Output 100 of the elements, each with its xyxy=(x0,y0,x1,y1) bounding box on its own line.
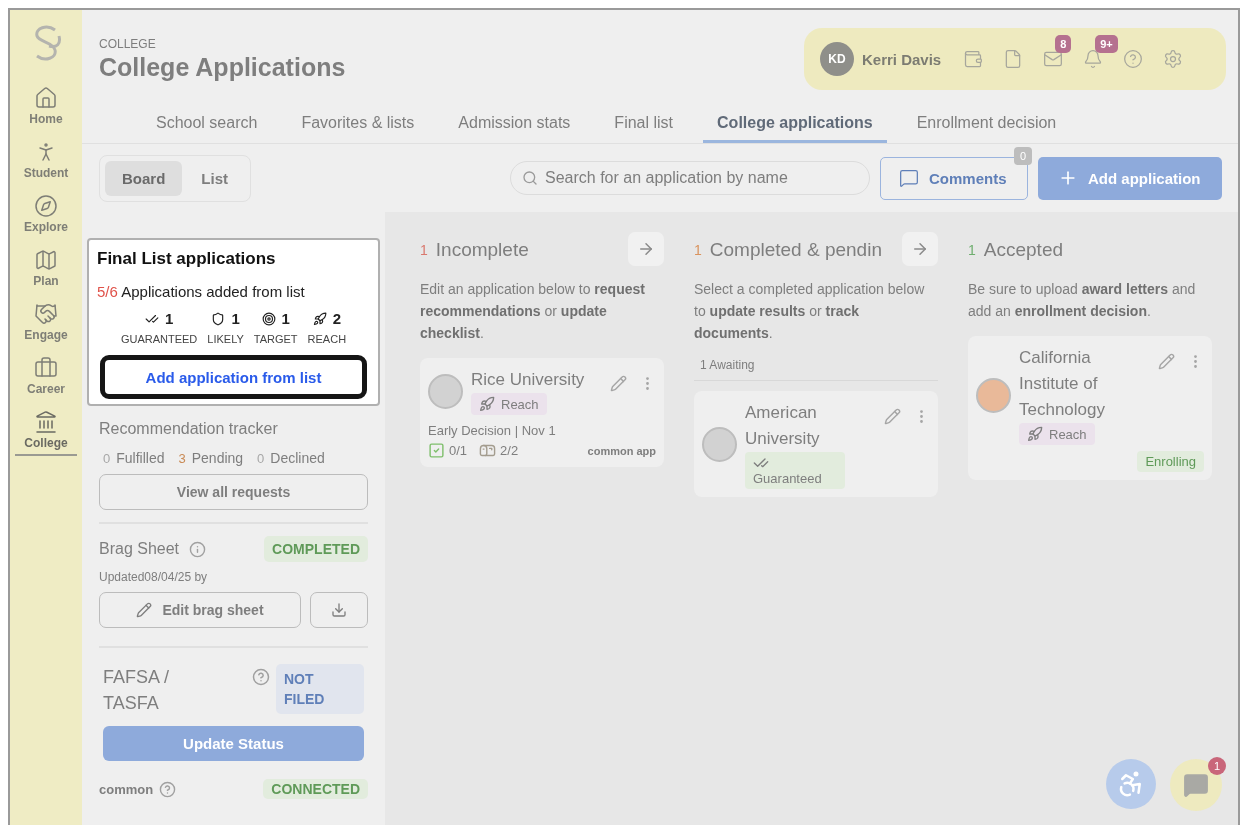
stat-label: REACH xyxy=(307,333,347,345)
handshake-icon xyxy=(34,302,58,326)
tab[interactable]: College applications xyxy=(703,114,887,143)
view-requests-button[interactable]: View all requests xyxy=(99,474,368,510)
download-button[interactable] xyxy=(310,592,368,628)
column-description: Edit an application below to request recommendations or update checklist. xyxy=(420,280,646,343)
sidebar-item[interactable]: Explore xyxy=(15,194,77,240)
edit-brag-sheet-button[interactable]: Edit brag sheet xyxy=(99,592,301,628)
tab[interactable]: Admission stats xyxy=(444,114,585,143)
updated-text: Updated08/04/25 by xyxy=(99,570,208,584)
tab[interactable]: Favorites & lists xyxy=(287,114,429,143)
user-name[interactable]: Kerri Davis xyxy=(862,50,942,68)
compass-icon xyxy=(34,194,58,218)
notification-badge: 9+ xyxy=(1095,35,1118,53)
stat-label: Fulfilled xyxy=(116,450,165,466)
count-badge: 0 xyxy=(1013,146,1032,165)
stat-label: Declined xyxy=(270,450,325,466)
stat-label: GUARANTEED xyxy=(120,333,198,345)
page-title: College Applications xyxy=(99,53,346,82)
status-label: NOT FILED xyxy=(276,664,364,714)
notification-badge: 8 xyxy=(1055,35,1072,53)
tab[interactable]: School search xyxy=(142,114,272,143)
search-field[interactable]: Search for an application by name xyxy=(510,161,870,195)
pencil-icon[interactable] xyxy=(884,408,901,425)
sidebar-item[interactable]: Plan xyxy=(15,248,77,294)
count: 0 xyxy=(103,450,111,466)
bell-icon[interactable] xyxy=(1083,49,1104,69)
info-icon[interactable] xyxy=(189,540,207,558)
stat-count: 1 xyxy=(144,310,174,327)
column-title: Accepted xyxy=(983,239,1064,261)
section-title: Recommendation tracker xyxy=(99,420,278,438)
column-title: Completed & pendin xyxy=(709,239,882,261)
column-title: Incomplete xyxy=(435,239,529,261)
arrow-right-icon xyxy=(637,240,655,258)
help-icon[interactable] xyxy=(252,668,270,686)
university-name: California Institute of Technology xyxy=(1019,347,1106,421)
stat-label: Pending xyxy=(191,450,244,466)
move-button[interactable] xyxy=(628,232,664,266)
add-application-button[interactable]: Add application xyxy=(1038,156,1222,200)
stat-count: 1 xyxy=(211,310,240,327)
pencil-icon xyxy=(136,602,153,618)
view-option[interactable]: Board xyxy=(105,160,183,196)
briefcase-icon xyxy=(34,356,58,380)
common-app-logo: common app xyxy=(587,444,656,457)
count: 0 xyxy=(257,450,265,466)
sidebar-item[interactable]: Home xyxy=(15,86,77,132)
stat-label: LIKELY xyxy=(207,333,244,345)
pencil-icon[interactable] xyxy=(1158,353,1175,370)
sidebar-item[interactable]: Student xyxy=(15,140,77,186)
shield-icon xyxy=(211,311,226,326)
accessibility-button[interactable] xyxy=(1106,759,1156,809)
home-icon xyxy=(34,86,58,110)
stat-count: 2 xyxy=(312,310,341,327)
stat-label: TARGET xyxy=(253,333,298,345)
rocket-icon xyxy=(479,396,495,412)
search-icon xyxy=(522,170,538,186)
help-icon[interactable] xyxy=(1123,49,1144,69)
decision-text: Early Decision | Nov 1 xyxy=(428,423,557,438)
application-card[interactable]: California Institute of Technology Reach Enrolling xyxy=(968,336,1212,480)
university-name: Rice University xyxy=(471,369,585,391)
update-status-button[interactable]: Update Status xyxy=(103,726,364,761)
avatar[interactable]: KD xyxy=(820,42,854,76)
section-title: FAFSA / TASFA xyxy=(103,666,171,715)
enrolling-badge: Enrolling xyxy=(1137,451,1204,472)
checkbox-icon xyxy=(428,442,445,459)
target-icon xyxy=(261,311,276,326)
university-name: American University xyxy=(745,402,821,450)
pencil-icon[interactable] xyxy=(610,375,627,392)
status-label: CONNECTED xyxy=(263,779,368,799)
application-card[interactable]: American University Guaranteed xyxy=(694,391,938,497)
mail-icon[interactable] xyxy=(1043,49,1064,69)
move-button[interactable] xyxy=(902,232,938,266)
category-tag: Reach xyxy=(1019,423,1095,445)
tab[interactable]: Final list xyxy=(600,114,688,143)
checklist-count: 0/1 xyxy=(449,443,468,458)
section-title: Brag Sheet xyxy=(99,540,180,558)
sidebar-item[interactable]: College xyxy=(15,410,77,456)
sidebar-item[interactable]: Career xyxy=(15,356,77,402)
add-from-list-button[interactable]: Add application from list xyxy=(100,355,367,399)
tab[interactable]: Enrollment decision xyxy=(902,114,1071,143)
common-app-logo: common xyxy=(99,781,154,797)
map-icon xyxy=(34,248,58,272)
speech-bubble-icon xyxy=(899,168,919,188)
popup-title: Final List applications xyxy=(97,249,276,269)
bank-icon xyxy=(34,410,58,434)
count: 3 xyxy=(178,450,186,466)
view-option[interactable]: List xyxy=(184,160,245,196)
column-description: Be sure to upload award letters and add an enrollment decision. xyxy=(968,280,1197,321)
application-card[interactable]: Rice University Reach Early Decision | Nov 1 0/1 2/2 common app xyxy=(420,358,664,467)
section-label: COLLEGE xyxy=(99,37,156,51)
category-tag: Guaranteed xyxy=(745,452,845,489)
sidebar-item[interactable]: Engage xyxy=(15,302,77,348)
help-icon[interactable] xyxy=(159,780,177,798)
settings-icon[interactable] xyxy=(1163,49,1184,69)
category-tag: Reach xyxy=(471,393,547,415)
column-count: 1 xyxy=(968,242,976,258)
download-icon xyxy=(331,602,347,618)
stat-count: 1 xyxy=(261,310,290,327)
chat-icon xyxy=(1183,772,1209,798)
wallet-icon[interactable] xyxy=(963,49,984,69)
